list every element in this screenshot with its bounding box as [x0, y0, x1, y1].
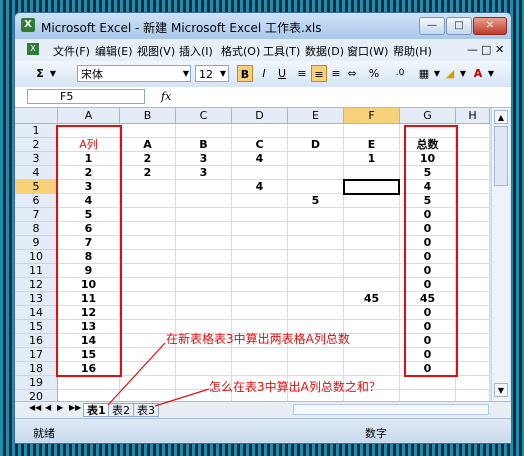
annotation-arrow-2 [154, 388, 210, 407]
annotation-arrows [107, 342, 210, 407]
annotation-arrow-1 [107, 342, 166, 406]
excel-window: X Microsoft Excel - 新建 Microsoft Excel 工… [14, 12, 512, 444]
